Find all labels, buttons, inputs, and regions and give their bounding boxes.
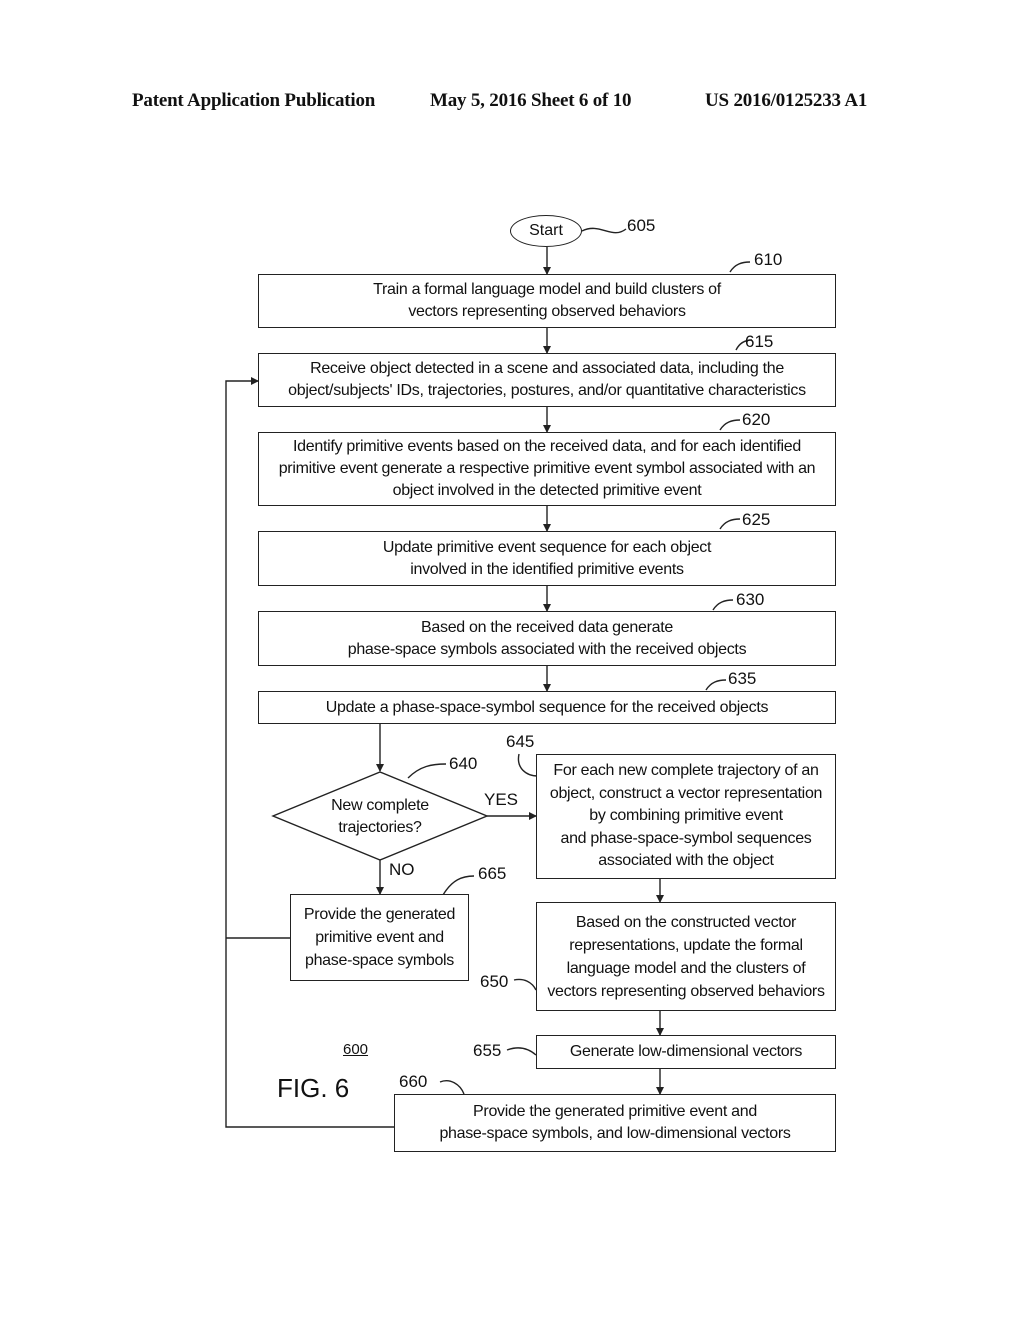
step-610-box: Train a formal language model and build … [258, 274, 836, 328]
leader-655 [506, 1047, 537, 1056]
leader-640 [407, 763, 447, 779]
start-terminal: Start [510, 215, 582, 247]
ref-605: 605 [627, 216, 656, 235]
leader-620 [719, 419, 741, 431]
decision-640-text: New complete trajectories? [331, 797, 429, 836]
ref-635: 635 [728, 669, 757, 688]
leader-635 [705, 679, 727, 691]
ref-640: 640 [449, 754, 478, 773]
ref-615: 615 [745, 332, 774, 351]
step-660-box: Provide the generated primitive event an… [394, 1094, 836, 1152]
leader-665 [442, 875, 475, 896]
ref-625: 625 [742, 510, 771, 529]
step-635-box: Update a phase-space-symbol sequence for… [258, 691, 836, 724]
step-630-box: Based on the received data generate phas… [258, 611, 836, 666]
figure-label: FIG. 6 [277, 1073, 350, 1103]
ref-655: 655 [473, 1041, 502, 1060]
ref-620: 620 [742, 410, 771, 429]
step-655-box: Generate low-dimensional vectors [536, 1035, 836, 1069]
leader-610 [729, 261, 751, 273]
step-645-box: For each new complete trajectory of an o… [536, 754, 836, 879]
leader-605 [581, 227, 627, 234]
leader-650 [513, 978, 537, 991]
leader-625 [719, 518, 741, 530]
leader-630 [712, 599, 734, 611]
step-625-box: Update primitive event sequence for each… [258, 531, 836, 586]
figure-number: 600 [343, 1041, 369, 1058]
ref-665: 665 [478, 864, 507, 883]
ref-650: 650 [480, 972, 509, 991]
ref-660: 660 [399, 1072, 428, 1091]
no-label: NO [389, 860, 415, 879]
step-615-box: Receive object detected in a scene and a… [258, 353, 836, 407]
step-620-box: Identify primitive events based on the r… [258, 432, 836, 506]
step-665-box: Provide the generated primitive event an… [290, 894, 469, 981]
step-650-box: Based on the constructed vector represen… [536, 902, 836, 1011]
leader-660 [439, 1080, 465, 1095]
ref-610: 610 [754, 250, 783, 269]
ref-630: 630 [736, 590, 765, 609]
yes-label: YES [484, 790, 519, 809]
ref-645: 645 [506, 732, 535, 751]
